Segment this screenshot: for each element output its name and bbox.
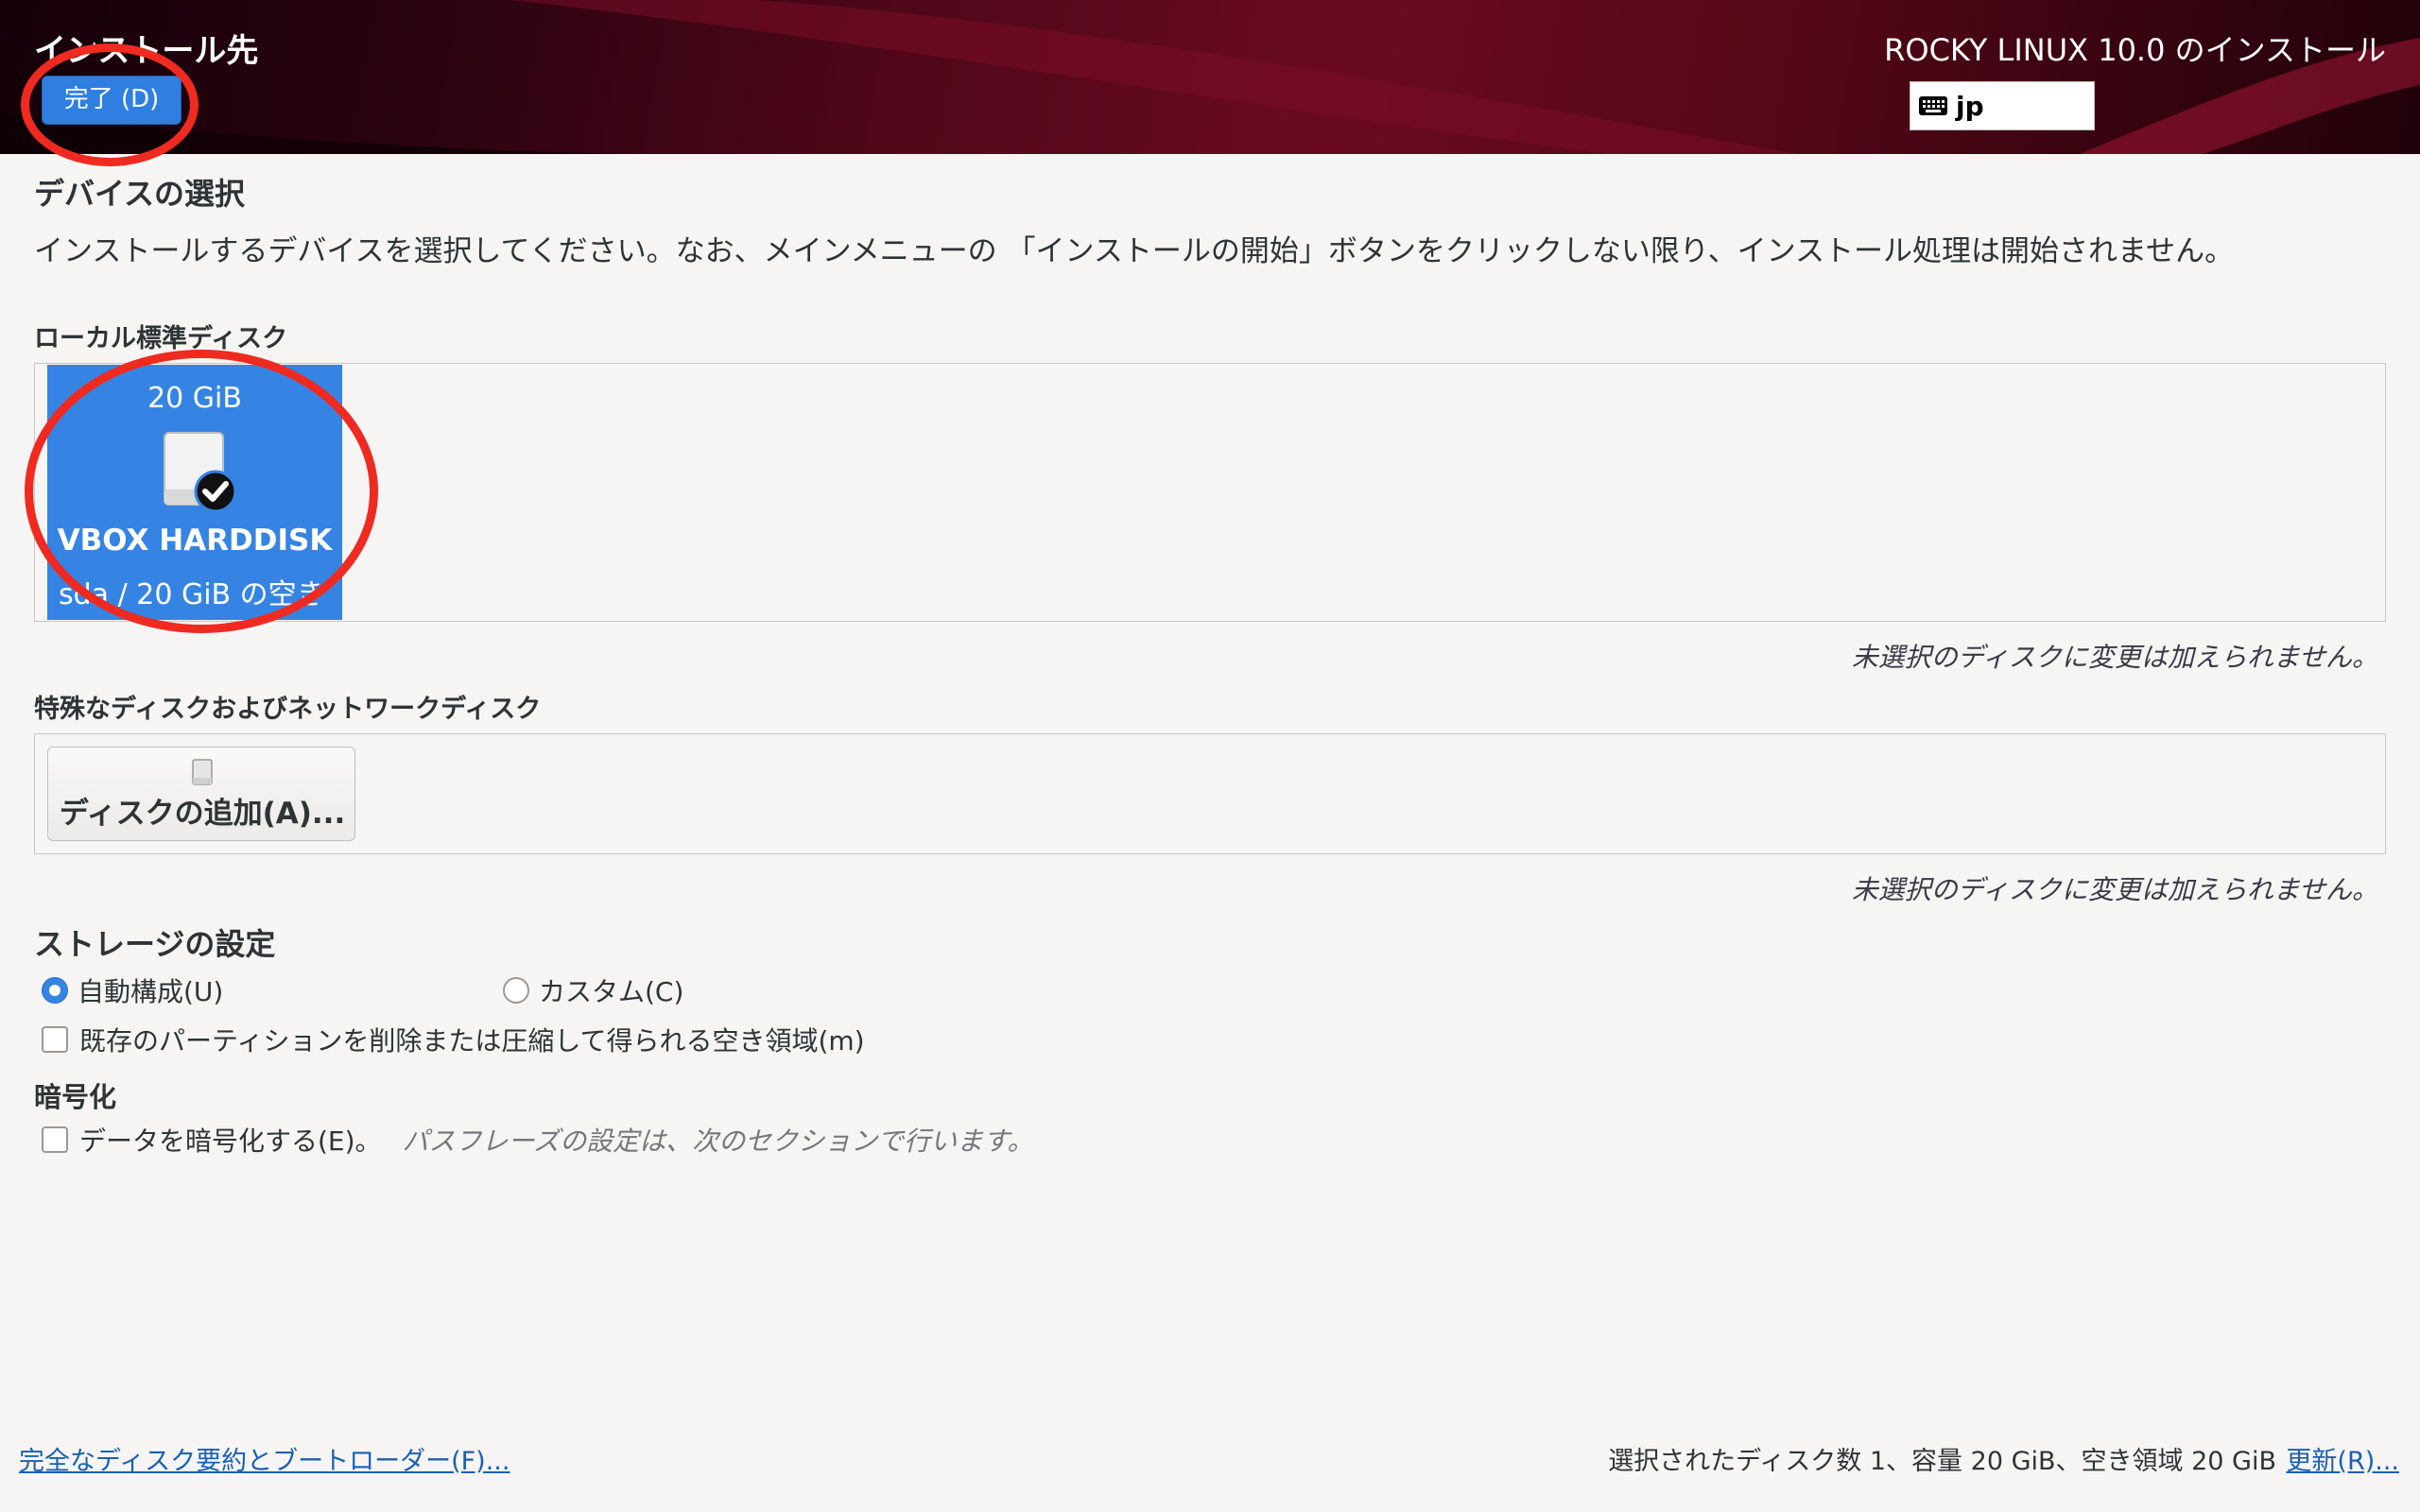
local-disks-panel	[34, 363, 2386, 622]
local-disks-label: ローカル標準ディスク	[34, 324, 288, 353]
refresh-link[interactable]: 更新(R)...	[2286, 1440, 2399, 1477]
reclaim-space-label: 既存のパーティションを削除または圧縮して得られる空き領域(m)	[79, 1025, 865, 1057]
annotation-circle-disk	[25, 350, 378, 633]
header-wave-decoration	[0, 0, 2420, 154]
reclaim-space-checkbox[interactable]	[42, 1026, 68, 1053]
radio-custom[interactable]: カスタム(C)	[503, 971, 683, 1009]
keyboard-layout-indicator[interactable]: jp	[1910, 81, 2095, 130]
special-disks-note: 未選択のディスクに変更は加えられません。	[1851, 874, 2378, 905]
installer-window: インストール先 完了 (D) ROCKY LINUX 10.0 のインストール …	[0, 0, 2420, 1512]
annotation-circle-done	[21, 43, 199, 166]
encryption-title: 暗号化	[34, 1081, 117, 1113]
encrypt-checkbox[interactable]	[42, 1126, 68, 1153]
add-disk-label: ディスクの追加(A)...	[59, 797, 346, 831]
local-disks-note: 未選択のディスクに変更は加えられません。	[1851, 642, 2378, 673]
device-selection-title: デバイスの選択	[34, 176, 246, 212]
keyboard-layout-label: jp	[1956, 90, 1984, 122]
radio-automatic-label: 自動構成(U)	[78, 976, 224, 1007]
keyboard-icon	[1919, 96, 1947, 115]
encrypt-hint: パスフレーズの設定は、次のセクションで行います。	[402, 1125, 1034, 1157]
add-disk-button[interactable]: ディスクの追加(A)...	[47, 747, 355, 841]
disk-icon	[192, 759, 213, 785]
header-bar: インストール先 完了 (D) ROCKY LINUX 10.0 のインストール …	[0, 0, 2420, 154]
device-selection-description: インストールするデバイスを選択してください。なお、メインメニューの 「インストー…	[34, 234, 2235, 268]
radio-custom-label: カスタム(C)	[539, 976, 684, 1007]
special-disks-panel	[34, 733, 2386, 854]
product-title: ROCKY LINUX 10.0 のインストール	[1884, 32, 2386, 68]
encrypt-label: データを暗号化する(E)。	[79, 1125, 382, 1157]
storage-config-title: ストレージの設定	[34, 926, 276, 962]
radio-unchecked-icon[interactable]	[503, 977, 529, 1004]
special-disks-label: 特殊なディスクおよびネットワークディスク	[34, 695, 542, 724]
radio-automatic[interactable]: 自動構成(U)	[42, 971, 223, 1009]
encrypt-checkbox-row[interactable]: データを暗号化する(E)。 パスフレーズの設定は、次のセクションで行います。	[42, 1121, 1033, 1159]
reclaim-space-checkbox-row[interactable]: 既存のパーティションを削除または圧縮して得られる空き領域(m)	[42, 1021, 865, 1058]
radio-checked-icon[interactable]	[42, 977, 68, 1004]
disk-summary-text: 選択されたディスク数 1、容量 20 GiB、空き領域 20 GiB	[1608, 1447, 2276, 1476]
disk-summary-link[interactable]: 完全なディスク要約とブートローダー(F)...	[19, 1440, 510, 1477]
